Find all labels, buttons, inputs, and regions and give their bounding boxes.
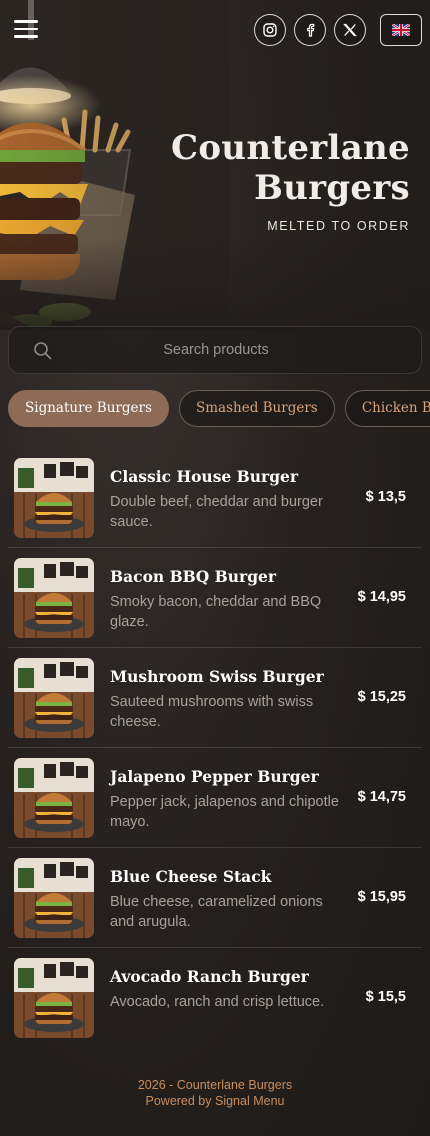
product-image bbox=[14, 858, 94, 938]
brand-title: Counterlane Burgers bbox=[171, 128, 410, 208]
brand-title-line2: Burgers bbox=[254, 168, 410, 208]
x-twitter-icon[interactable] bbox=[334, 14, 366, 46]
language-selector[interactable] bbox=[380, 14, 422, 46]
tab-chicken-burgers[interactable]: Chicken Burgers bbox=[344, 390, 430, 427]
product-description: Avocado, ranch and crisp lettuce. bbox=[110, 994, 325, 1010]
product-description: Blue cheese, caramelized onions and arug… bbox=[110, 894, 323, 930]
product-image bbox=[14, 658, 94, 738]
product-item[interactable]: Mushroom Swiss Burger Sauteed mushrooms … bbox=[8, 648, 422, 748]
social-links bbox=[254, 14, 366, 46]
product-description: Double beef, cheddar and burger sauce. bbox=[110, 494, 323, 530]
product-list: Classic House Burger Double beef, chedda… bbox=[8, 448, 422, 1048]
search-bar bbox=[8, 326, 422, 374]
product-price: $ 15,5 bbox=[365, 989, 406, 1005]
product-name: Bacon BBQ Burger bbox=[110, 567, 277, 586]
brand-title-line1: Counterlane bbox=[170, 128, 410, 168]
footer-copyright: 2026 - Counterlane Burgers bbox=[137, 1078, 293, 1092]
product-item[interactable]: Bacon BBQ Burger Smoky bacon, cheddar an… bbox=[8, 548, 422, 648]
tab-signature-burgers[interactable]: Signature Burgers bbox=[8, 390, 169, 427]
product-item[interactable]: Classic House Burger Double beef, chedda… bbox=[8, 448, 422, 548]
product-price: $ 14,75 bbox=[357, 789, 406, 805]
product-price: $ 15,25 bbox=[357, 689, 406, 705]
product-image bbox=[14, 758, 94, 838]
product-name: Mushroom Swiss Burger bbox=[110, 667, 324, 686]
category-tabs: Signature Burgers Smashed Burgers Chicke… bbox=[8, 390, 430, 428]
product-description: Smoky bacon, cheddar and BBQ glaze. bbox=[110, 594, 322, 630]
product-image bbox=[14, 958, 94, 1038]
search-input[interactable] bbox=[49, 327, 383, 373]
uk-flag-icon bbox=[392, 24, 410, 36]
tab-smashed-burgers[interactable]: Smashed Burgers bbox=[178, 390, 335, 427]
footer-powered-by[interactable]: Powered by Signal Menu bbox=[0, 1093, 430, 1109]
menu-page: Counterlane Burgers MELTED TO ORDER Sign… bbox=[0, 0, 430, 1136]
product-name: Jalapeno Pepper Burger bbox=[110, 767, 319, 786]
product-image bbox=[14, 458, 94, 538]
product-name: Avocado Ranch Burger bbox=[110, 967, 309, 986]
product-name: Blue Cheese Stack bbox=[110, 867, 272, 886]
hero-banner: Counterlane Burgers MELTED TO ORDER bbox=[0, 0, 430, 330]
footer: 2026 - Counterlane Burgers Powered by Si… bbox=[0, 1077, 430, 1109]
facebook-icon[interactable] bbox=[294, 14, 326, 46]
hamburger-menu-icon[interactable] bbox=[14, 20, 38, 40]
product-price: $ 15,95 bbox=[357, 889, 406, 905]
product-price: $ 13,5 bbox=[365, 489, 406, 505]
product-price: $ 14,95 bbox=[357, 589, 406, 605]
product-item[interactable]: Avocado Ranch Burger Avocado, ranch and … bbox=[8, 948, 422, 1048]
product-description: Sauteed mushrooms with swiss cheese. bbox=[110, 694, 314, 730]
product-item[interactable]: Jalapeno Pepper Burger Pepper jack, jala… bbox=[8, 748, 422, 848]
instagram-icon[interactable] bbox=[254, 14, 286, 46]
brand-tagline: MELTED TO ORDER bbox=[267, 219, 410, 233]
product-image bbox=[14, 558, 94, 638]
product-description: Pepper jack, jalapenos and chipotle mayo… bbox=[110, 794, 339, 830]
product-item[interactable]: Blue Cheese Stack Blue cheese, carameliz… bbox=[8, 848, 422, 948]
product-name: Classic House Burger bbox=[110, 467, 299, 486]
